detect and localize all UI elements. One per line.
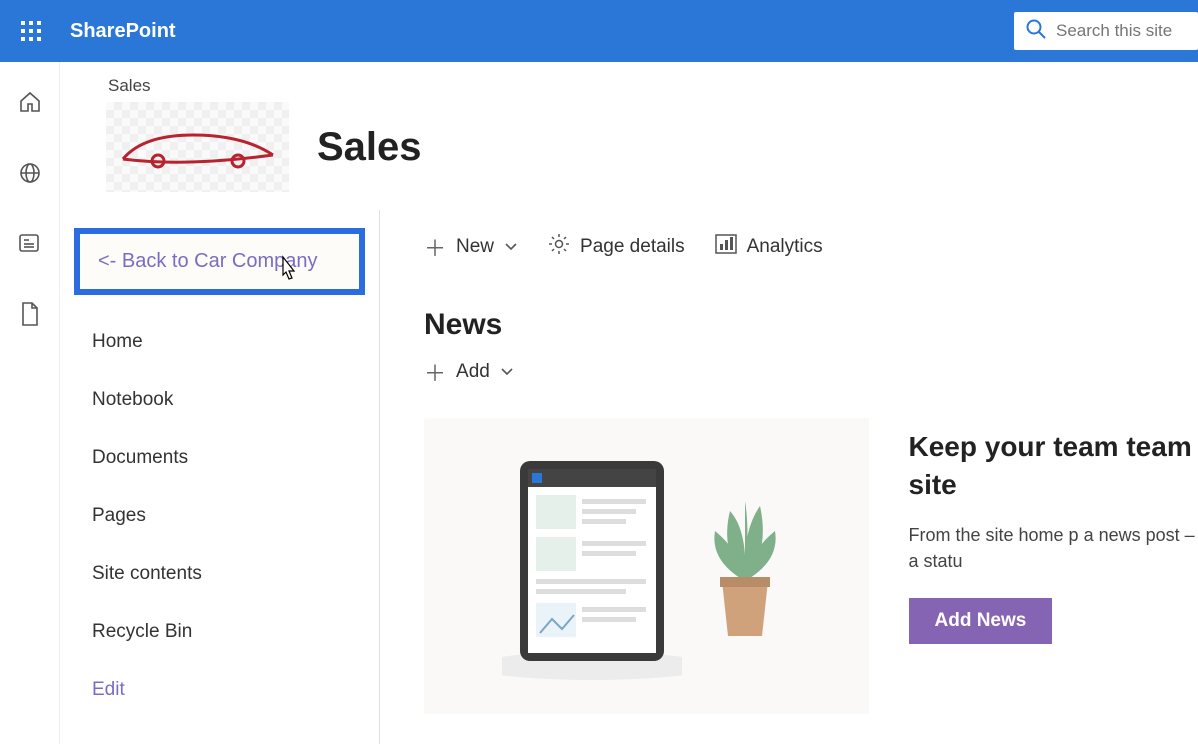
search-box[interactable]: [1014, 12, 1198, 50]
nav-documents[interactable]: Documents: [74, 429, 365, 487]
cursor-pointer-icon: [275, 255, 299, 291]
back-to-parent-link[interactable]: <- Back to Car Company: [74, 228, 365, 295]
analytics-label: Analytics: [747, 236, 823, 258]
page-details-label: Page details: [580, 236, 685, 258]
page-details-button[interactable]: Page details: [548, 233, 685, 261]
globe-icon: [18, 161, 42, 185]
left-nav: <- Back to Car Company Home Notebook Doc…: [60, 210, 380, 744]
rail-file-button[interactable]: [19, 301, 41, 332]
rail-home-button[interactable]: [18, 90, 42, 119]
news-promo: Keep your team team site From the site h…: [909, 418, 1198, 714]
add-label: Add: [456, 361, 490, 383]
tablet-illustration-icon: [502, 451, 682, 681]
top-bar: SharePoint: [0, 0, 1198, 62]
car-logo-icon: [113, 117, 283, 177]
new-label: New: [456, 236, 494, 258]
nav-recycle-bin[interactable]: Recycle Bin: [74, 603, 365, 661]
vertical-rail: [0, 62, 60, 744]
page-title: Sales: [317, 125, 422, 170]
app-launcher-button[interactable]: [0, 0, 62, 62]
nav-pages[interactable]: Pages: [74, 487, 365, 545]
analytics-button[interactable]: Analytics: [715, 234, 823, 260]
brand-label[interactable]: SharePoint: [70, 20, 176, 43]
plus-icon: ＋: [424, 231, 446, 263]
search-icon: [1026, 19, 1046, 44]
nav-home[interactable]: Home: [74, 313, 365, 371]
plus-icon: ＋: [424, 356, 446, 388]
promo-body: From the site home p a news post – a sta…: [909, 522, 1198, 574]
search-input[interactable]: [1056, 21, 1186, 41]
chevron-down-icon: [500, 361, 514, 383]
command-bar: ＋ New Page details: [424, 210, 1198, 284]
rail-globe-button[interactable]: [18, 161, 42, 190]
site-header: Sales Sales: [60, 62, 1198, 210]
plant-illustration-icon: [700, 491, 790, 641]
home-icon: [18, 90, 42, 114]
nav-notebook[interactable]: Notebook: [74, 371, 365, 429]
add-news-button[interactable]: Add News: [909, 598, 1053, 644]
new-button[interactable]: ＋ New: [424, 231, 518, 263]
file-icon: [19, 301, 41, 327]
gear-icon: [548, 233, 570, 261]
waffle-icon: [21, 21, 41, 41]
news-section: News ＋ Add: [424, 308, 1198, 714]
site-logo[interactable]: [106, 102, 289, 192]
breadcrumb[interactable]: Sales: [108, 76, 1198, 96]
news-heading: News: [424, 308, 1198, 342]
rail-news-button[interactable]: [18, 232, 42, 259]
nav-site-contents[interactable]: Site contents: [74, 545, 365, 603]
chart-icon: [715, 234, 737, 260]
nav-edit-link[interactable]: Edit: [74, 661, 365, 719]
chevron-down-icon: [504, 236, 518, 258]
news-placeholder-image: [424, 418, 869, 714]
news-icon: [18, 232, 42, 254]
promo-title: Keep your team team site: [909, 428, 1198, 504]
add-news-dropdown[interactable]: ＋ Add: [424, 356, 1198, 388]
